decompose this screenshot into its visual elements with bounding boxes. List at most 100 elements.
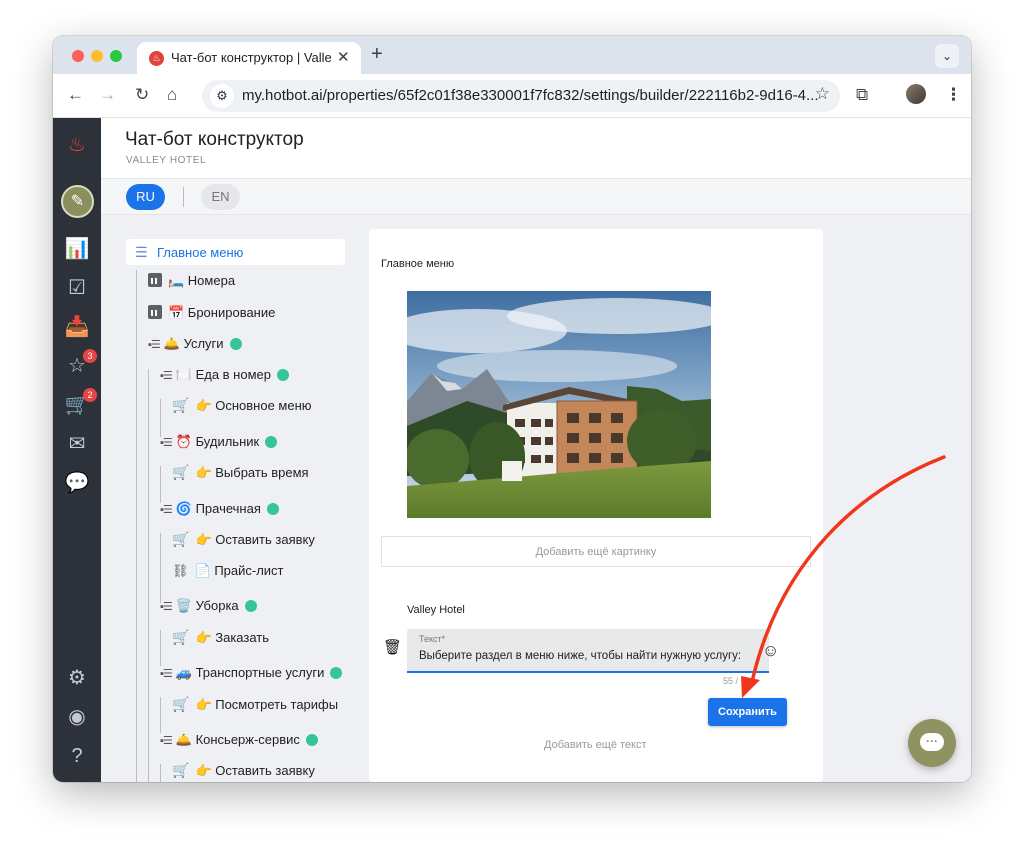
tree-item[interactable]: ▪☰ 🛎️ Консьерж-сервис [160, 732, 318, 752]
hotel-photo[interactable] [407, 291, 711, 518]
close-window-button[interactable] [72, 50, 84, 62]
add-image-button[interactable]: Добавить ещё картинку [381, 536, 811, 567]
address-bar[interactable]: ⚙ my.hotbot.ai/properties/65f2c01f38e330… [202, 80, 840, 112]
reload-icon[interactable]: ↻ [135, 83, 149, 107]
tree-item[interactable]: 🛒 👉 Посмотреть тарифы [172, 696, 338, 716]
page-subtitle: VALLEY HOTEL [126, 155, 207, 166]
tab-strip: ♨ Чат-бот конструктор | Valley Hotel ✕ +… [53, 36, 971, 74]
property-avatar[interactable]: ✎ [61, 185, 94, 218]
lang-separator [183, 187, 184, 207]
tree-item[interactable]: ▪☰ 🍽️ Еда в номер [160, 367, 289, 387]
tree-item[interactable]: ⛓ 📄 Прайс-лист [172, 563, 284, 583]
tree-line [160, 533, 161, 603]
browser-menu-icon[interactable]: ⋮ [945, 83, 962, 107]
list-menu-icon: ▪☰ [160, 601, 173, 613]
tree-item[interactable]: 🛏️ Номера [148, 273, 235, 293]
list-menu-icon: ▪☰ [160, 504, 173, 516]
browser-toolbar: ← → ↻ ⌂ ⚙ my.hotbot.ai/properties/65f2c0… [53, 74, 971, 118]
trash-icon[interactable]: 🗑 [383, 638, 402, 656]
tasks-check-icon[interactable]: ☑ [64, 275, 90, 301]
tree-line [160, 630, 161, 666]
home-icon[interactable]: ⌂ [167, 83, 177, 107]
settings-gear-icon[interactable]: ⚙ [64, 665, 90, 691]
left-sidebar: ♨ ✎ 📊 ☑ 📥 ☆ 3 🛒 2 ✉ 💬 ⚙ ◉ ? [53, 118, 101, 782]
page-title: Чат-бот конструктор [125, 129, 304, 150]
extensions-icon[interactable]: ⧉ [856, 83, 868, 107]
editor-panel: Главное меню Добавить ещё картинку Valle… [369, 229, 823, 782]
tree-line [148, 369, 149, 782]
cart-icon: 🛒 [172, 696, 190, 712]
forward-icon[interactable]: → [99, 83, 116, 107]
analytics-bar-icon [148, 273, 162, 287]
bot-icon [330, 667, 343, 679]
cart-icon: 🛒 [172, 397, 190, 413]
app-area: ♨ ✎ 📊 ☑ 📥 ☆ 3 🛒 2 ✉ 💬 ⚙ ◉ ? Чат-бот конс… [53, 118, 971, 782]
tree-item[interactable]: ▪☰ 🛎️ Услуги [148, 336, 242, 356]
tab-search-button[interactable]: ⌄ [935, 44, 959, 68]
bot-icon [229, 338, 242, 350]
cart-badge: 2 [83, 388, 97, 402]
browser-window: ♨ Чат-бот конструктор | Valley Hotel ✕ +… [53, 36, 971, 782]
hotel-name-label: Valley Hotel [407, 604, 465, 616]
tree-line [160, 399, 161, 437]
char-counter: 55 / [723, 676, 739, 686]
tree-line [160, 466, 161, 503]
tree-item[interactable]: 🛒 👉 Основное меню [172, 397, 312, 417]
hotbot-favicon-icon: ♨ [149, 51, 164, 66]
help-icon[interactable]: ? [64, 743, 90, 769]
bot-icon [277, 369, 289, 381]
chat-widget-button[interactable]: ··· [908, 719, 956, 767]
new-tab-button[interactable]: + [371, 43, 383, 66]
list-menu-icon: ▪☰ [160, 437, 173, 449]
cart-icon: 🛒 [172, 629, 190, 645]
tree-item[interactable]: 🛒 👉 Выбрать время [172, 464, 309, 484]
tree-line [160, 764, 161, 782]
tree-item[interactable]: 🛒 👉 Оставить заявку [172, 531, 315, 551]
menu-hamburger-icon: ☰ [135, 244, 148, 260]
tree-item[interactable]: ▪☰ 🌀 Прачечная [160, 501, 279, 521]
text-input-label: Текст* [419, 634, 446, 644]
text-input-value[interactable]: Выберите раздел в меню ниже, чтобы найти… [419, 650, 741, 662]
tree-item[interactable]: 🛒 👉 Заказать [172, 629, 269, 649]
bot-icon [266, 503, 279, 515]
save-button[interactable]: Сохранить [708, 698, 787, 726]
analytics-bar-icon [148, 305, 162, 319]
back-icon[interactable]: ← [67, 83, 84, 107]
chat-dots-icon: ··· [926, 734, 938, 748]
text-input[interactable]: Текст* Выберите раздел в меню ниже, чтоб… [407, 629, 769, 673]
tree-item[interactable]: ▪☰ ⏰ Будильник [160, 434, 278, 454]
cart-icon: 🛒 [172, 464, 190, 480]
chat-dots-icon[interactable]: 💬 [64, 470, 90, 496]
tree-item[interactable]: ▪☰ 🚙 Транспортные услуги [160, 665, 343, 685]
mail-icon[interactable]: ✉ [64, 431, 90, 457]
zoom-window-button[interactable] [110, 50, 122, 62]
tab-close-icon[interactable]: ✕ [337, 48, 350, 66]
cart-icon: 🛒 [172, 762, 190, 778]
tree-item[interactable]: ▪☰ 🗑️ Уборка [160, 598, 257, 618]
url-text[interactable]: my.hotbot.ai/properties/65f2c01f38e33000… [242, 87, 819, 104]
minimize-window-button[interactable] [91, 50, 103, 62]
tree-item[interactable]: 📅 Бронирование [148, 305, 275, 325]
lang-ru-button[interactable]: RU [126, 184, 165, 210]
inbox-icon[interactable]: 📥 [64, 314, 90, 340]
bookmark-star-icon[interactable]: ☆ [815, 84, 830, 104]
page-header: Чат-бот конструктор VALLEY HOTEL [101, 118, 971, 179]
language-bar: RU EN [101, 179, 971, 215]
tree-line [160, 697, 161, 733]
lang-en-button[interactable]: EN [201, 184, 240, 210]
analytics-icon[interactable]: 📊 [64, 236, 90, 262]
site-info-icon[interactable]: ⚙ [210, 84, 234, 108]
browser-tab[interactable]: ♨ Чат-бот конструктор | Valley Hotel ✕ [137, 42, 361, 74]
hotbot-logo-icon[interactable]: ♨ [64, 132, 90, 158]
tree-item[interactable]: 🛒 👉 Оставить заявку [172, 762, 315, 782]
emoji-icon[interactable]: ☺ [762, 641, 779, 661]
add-text-button[interactable]: Добавить ещё текст [544, 739, 647, 751]
list-menu-icon: ▪☰ [148, 339, 161, 351]
list-menu-icon: ▪☰ [160, 668, 173, 680]
tree-line [136, 270, 137, 782]
profile-avatar[interactable] [906, 84, 926, 104]
tree-root-main-menu[interactable]: ☰ Главное меню [126, 239, 345, 265]
bot-icon [265, 436, 278, 448]
link-icon: ⛓ [172, 563, 189, 578]
account-icon[interactable]: ◉ [64, 704, 90, 730]
